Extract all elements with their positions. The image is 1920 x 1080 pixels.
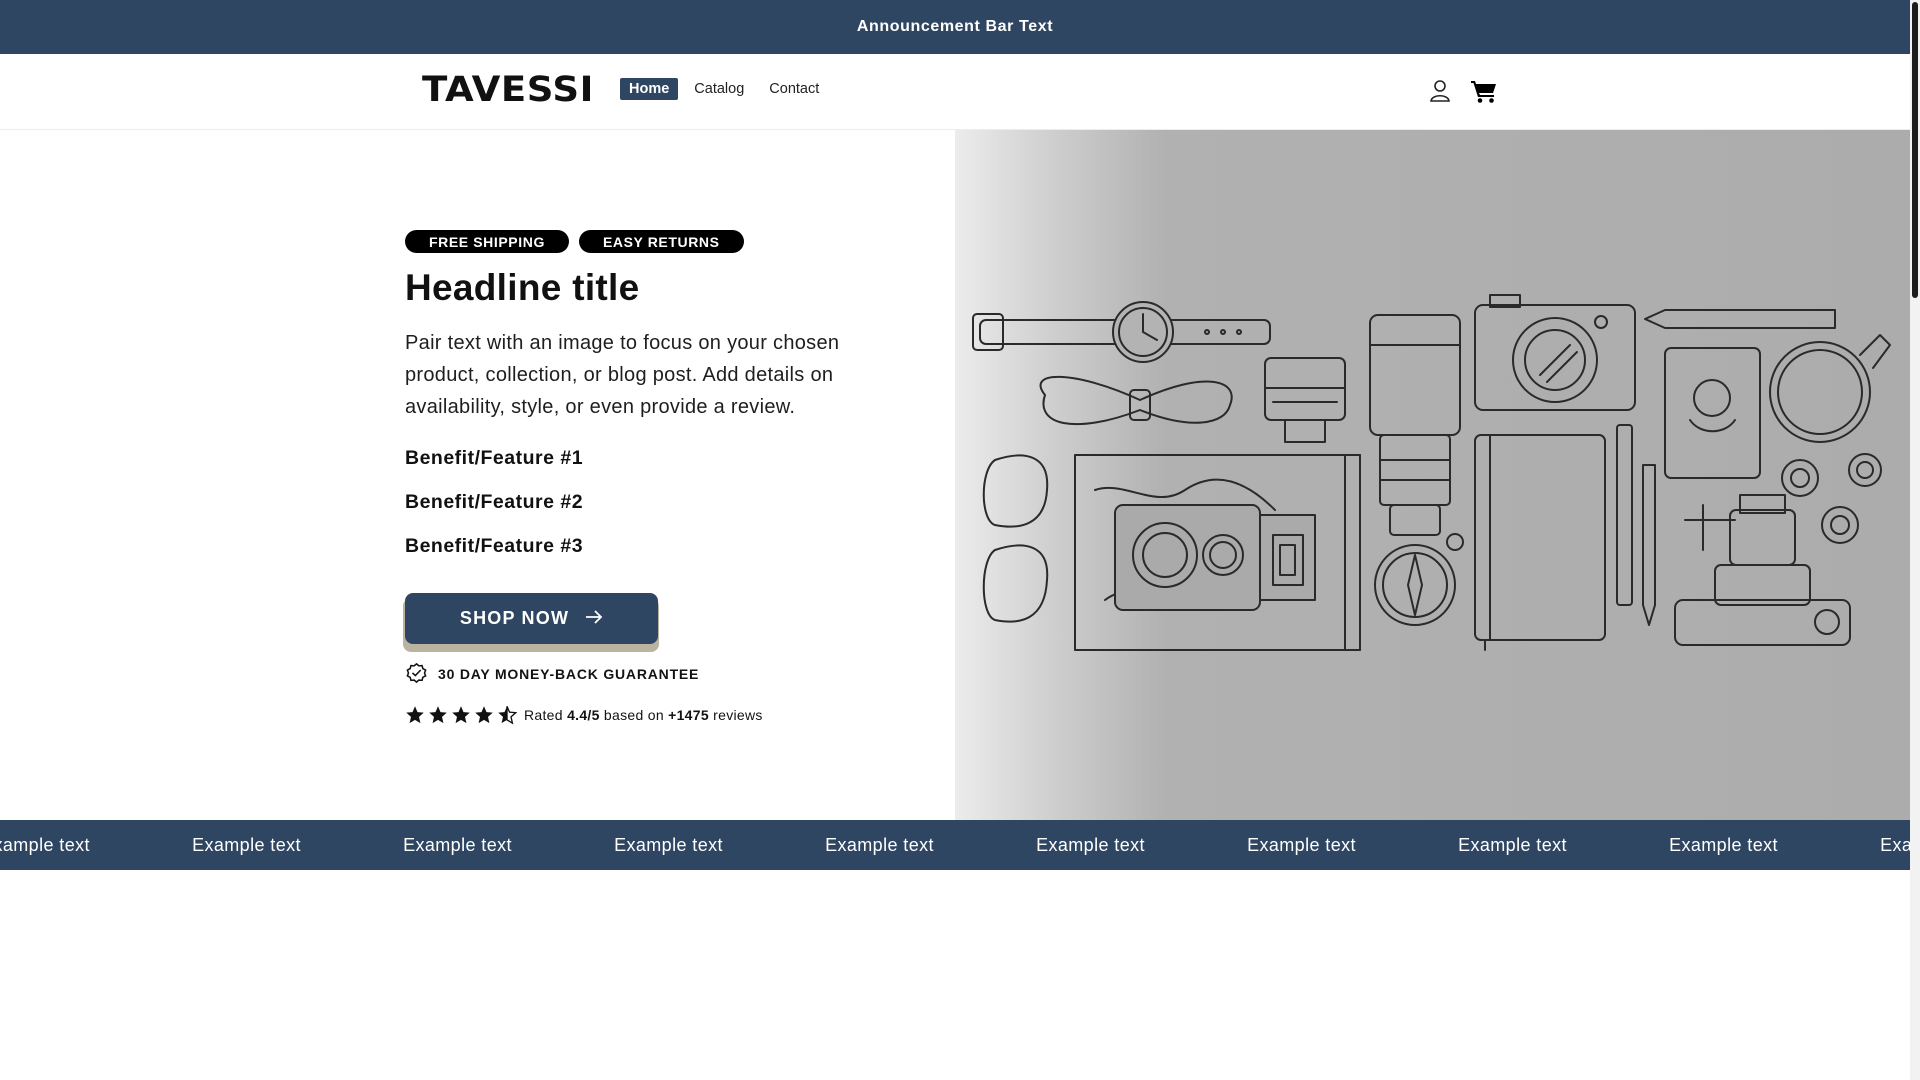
badge-easy-returns: EASY RETURNS <box>578 230 744 253</box>
arrow-right-icon <box>585 608 603 629</box>
marquee-item: Example text <box>614 834 723 855</box>
account-icon[interactable] <box>1428 78 1452 104</box>
verified-badge-icon <box>405 661 428 687</box>
hero-image <box>955 130 1910 820</box>
marquee-item: Example text <box>1247 834 1356 855</box>
feature-item-1: Benefit/Feature #1 <box>405 447 584 469</box>
feature-item-3: Benefit/Feature #3 <box>405 535 584 557</box>
marquee-item: Example text <box>0 834 90 855</box>
announcement-bar: Announcement Bar Text <box>0 0 1910 54</box>
shop-now-button-wrap: SHOP NOW <box>403 593 661 652</box>
guarantee-row: 30 DAY MONEY-BACK GUARANTEE <box>405 661 925 687</box>
scrolling-text-banner: Example text Example text Example text E… <box>0 820 1910 870</box>
marquee-item: Example text <box>825 834 934 855</box>
star-icon <box>429 706 447 724</box>
star-icon <box>452 706 470 724</box>
marquee-item: Example text <box>1880 834 1910 855</box>
star-icon <box>406 706 424 724</box>
star-rating <box>405 705 517 725</box>
marquee-item: Example text <box>1458 834 1567 855</box>
nav-link-contact[interactable]: Contact <box>760 78 828 100</box>
logo[interactable]: TAVESSI <box>422 70 594 110</box>
star-icon <box>475 706 493 724</box>
marquee-item: Example text <box>403 834 512 855</box>
badge-row: FREE SHIPPING EASY RETURNS <box>405 230 925 253</box>
marquee-track: Example text Example text Example text E… <box>0 820 1910 870</box>
badge-free-shipping: FREE SHIPPING <box>405 230 569 253</box>
marquee-item: Example text <box>1669 834 1778 855</box>
shop-now-button[interactable]: SHOP NOW <box>405 593 658 644</box>
scrollbar-thumb[interactable] <box>1912 2 1918 298</box>
nav-link-home[interactable]: Home <box>620 78 679 100</box>
star-half-icon <box>498 705 517 725</box>
shop-now-label: SHOP NOW <box>459 608 570 628</box>
site-header: TAVESSI Home Catalog Contact <box>0 54 1910 130</box>
nav-link-catalog[interactable]: Catalog <box>685 78 753 100</box>
rating-row: Rated 4.4/5 based on +1475 reviews <box>405 705 925 725</box>
hero-headline: Headline title <box>405 267 640 308</box>
feature-list: Benefit/Feature #1 Benefit/Feature #2 Be… <box>405 447 925 579</box>
hero-content: FREE SHIPPING EASY RETURNS Headline titl… <box>403 230 925 725</box>
feature-item-2: Benefit/Feature #2 <box>405 491 584 513</box>
page-scrollbar[interactable] <box>1910 0 1920 1080</box>
main-nav: Home Catalog Contact <box>620 78 835 100</box>
marquee-item: Example text <box>1036 834 1145 855</box>
announcement-text: Announcement Bar Text <box>856 18 1054 35</box>
marquee-item: Example text <box>192 834 301 855</box>
cart-icon[interactable] <box>1470 78 1498 104</box>
hero-description: Pair text with an image to focus on your… <box>405 332 840 418</box>
rating-text: Rated 4.4/5 based on +1475 reviews <box>524 707 763 723</box>
guarantee-text: 30 DAY MONEY-BACK GUARANTEE <box>438 666 700 682</box>
